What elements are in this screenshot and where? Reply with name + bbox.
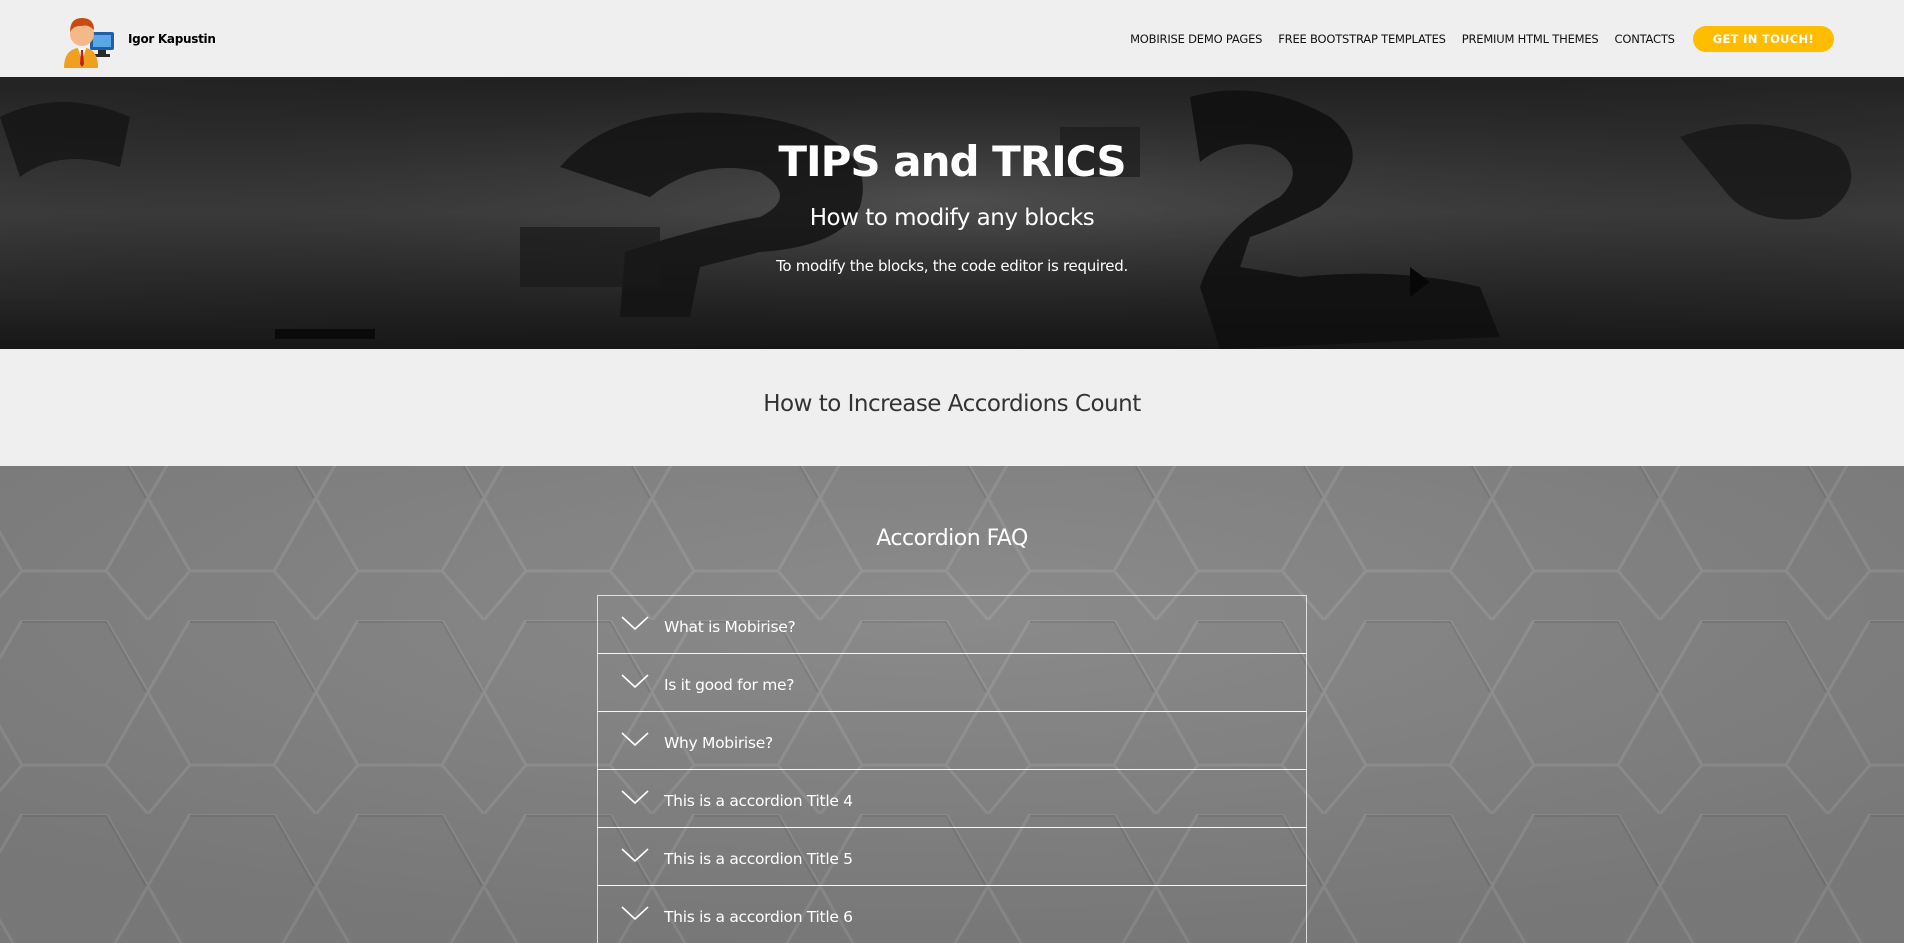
accordion-item[interactable]: Is it good for me? xyxy=(597,653,1307,712)
brand-name[interactable]: Igor Kapustin xyxy=(128,32,216,46)
faq-title: Accordion FAQ xyxy=(876,526,1028,551)
accordion-item-title[interactable]: This is a accordion Title 6 xyxy=(664,908,853,926)
hero-section: TIPS and TRICS How to modify any blocks … xyxy=(0,77,1904,349)
increase-section: How to Increase Accordions Count xyxy=(0,349,1904,466)
chevron-down-icon[interactable] xyxy=(620,847,650,863)
get-in-touch-button[interactable]: GET IN TOUCH! xyxy=(1692,26,1834,52)
chevron-down-icon[interactable] xyxy=(620,789,650,805)
accordion-item[interactable]: This is a accordion Title 6 xyxy=(597,885,1307,943)
accordion-item-title[interactable]: What is Mobirise? xyxy=(664,618,796,636)
accordion: What is Mobirise? Is it good for me? Why… xyxy=(597,595,1307,943)
nav-link-demo-pages[interactable]: MOBIRISE DEMO PAGES xyxy=(1130,32,1262,46)
page: Igor Kapustin MOBIRISE DEMO PAGES FREE B… xyxy=(0,0,1920,943)
nav-menu: MOBIRISE DEMO PAGES FREE BOOTSTRAP TEMPL… xyxy=(1130,26,1834,52)
scrollbar[interactable] xyxy=(1904,0,1920,943)
chevron-down-icon[interactable] xyxy=(620,905,650,921)
accordion-item[interactable]: This is a accordion Title 5 xyxy=(597,827,1307,886)
accordion-item[interactable]: Why Mobirise? xyxy=(597,711,1307,770)
accordion-item[interactable]: This is a accordion Title 4 xyxy=(597,769,1307,828)
chevron-down-icon[interactable] xyxy=(620,731,650,747)
accordion-item-title[interactable]: Why Mobirise? xyxy=(664,734,773,752)
accordion-item-title[interactable]: This is a accordion Title 5 xyxy=(664,850,853,868)
increase-section-title: How to Increase Accordions Count xyxy=(763,391,1141,417)
hero-title: TIPS and TRICS xyxy=(778,137,1126,186)
brand[interactable]: Igor Kapustin xyxy=(60,10,216,68)
navbar: Igor Kapustin MOBIRISE DEMO PAGES FREE B… xyxy=(0,0,1904,77)
nav-link-contacts[interactable]: CONTACTS xyxy=(1615,32,1675,46)
nav-link-html-themes[interactable]: PREMIUM HTML THEMES xyxy=(1462,32,1599,46)
faq-section: Accordion FAQ What is Mobirise? Is it go… xyxy=(0,466,1904,943)
chevron-down-icon[interactable] xyxy=(620,615,650,631)
hero-subtitle: How to modify any blocks xyxy=(809,205,1095,231)
chevron-down-icon[interactable] xyxy=(620,673,650,689)
accordion-item[interactable]: What is Mobirise? xyxy=(597,595,1307,654)
hero-text: To modify the blocks, the code editor is… xyxy=(776,257,1128,275)
nav-link-bootstrap-templates[interactable]: FREE BOOTSTRAP TEMPLATES xyxy=(1278,32,1446,46)
accordion-item-title[interactable]: Is it good for me? xyxy=(664,676,794,694)
accordion-item-title[interactable]: This is a accordion Title 4 xyxy=(664,792,853,810)
page-content: Igor Kapustin MOBIRISE DEMO PAGES FREE B… xyxy=(0,0,1904,943)
avatar-logo-icon[interactable] xyxy=(60,10,118,68)
